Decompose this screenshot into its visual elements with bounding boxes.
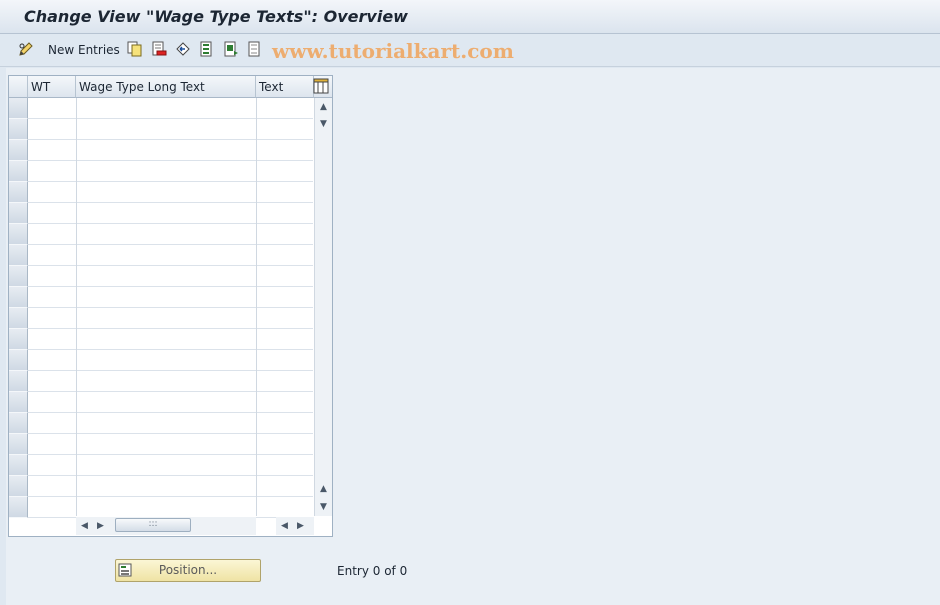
- page-title: Change View "Wage Type Texts": Overview: [24, 7, 408, 26]
- table-row[interactable]: [28, 434, 313, 455]
- row-selector[interactable]: [9, 455, 28, 476]
- column-divider: [256, 98, 257, 516]
- table-control: WT Wage Type Long Text Text ▲ ▼ ▲ ▼ ◀ ▶ …: [8, 75, 333, 537]
- table-row[interactable]: [28, 455, 313, 476]
- watermark: www.tutorialkart.com: [272, 39, 514, 63]
- table-row[interactable]: [28, 266, 313, 287]
- scroll-right-icon[interactable]: ▶: [297, 521, 304, 531]
- row-selector[interactable]: [9, 476, 28, 497]
- page-up-icon[interactable]: ▲: [320, 484, 327, 494]
- scroll-right-icon[interactable]: ▶: [97, 521, 104, 531]
- table-row[interactable]: [28, 140, 313, 161]
- table-row[interactable]: [28, 392, 313, 413]
- table-row[interactable]: [28, 308, 313, 329]
- undo-icon[interactable]: [175, 41, 191, 57]
- row-selector[interactable]: [9, 245, 28, 266]
- row-selector[interactable]: [9, 329, 28, 350]
- column-divider: [76, 98, 77, 516]
- position-button[interactable]: Position...: [115, 559, 261, 582]
- row-selector[interactable]: [9, 287, 28, 308]
- table-row[interactable]: [28, 245, 313, 266]
- row-selector[interactable]: [9, 392, 28, 413]
- table-row[interactable]: [28, 182, 313, 203]
- table-row[interactable]: [28, 350, 313, 371]
- column-header-text[interactable]: Text: [256, 76, 314, 98]
- change-display-icon[interactable]: [18, 41, 34, 57]
- scroll-down-icon[interactable]: ▼: [320, 119, 327, 129]
- table-row[interactable]: [28, 287, 313, 308]
- delete-icon[interactable]: [151, 41, 167, 57]
- table-row[interactable]: [28, 476, 313, 497]
- vertical-scrollbar[interactable]: ▲ ▼ ▲ ▼: [314, 98, 332, 516]
- scroll-up-icon[interactable]: ▲: [320, 102, 327, 112]
- scroll-left-icon[interactable]: ◀: [81, 521, 88, 531]
- application-toolbar: New Entries www.tutorialkart.com: [0, 35, 940, 67]
- horizontal-scroll-thumb[interactable]: :::: [115, 518, 191, 532]
- column-header-long-text[interactable]: Wage Type Long Text: [76, 76, 256, 98]
- row-selector[interactable]: [9, 413, 28, 434]
- select-all-rows-button[interactable]: [9, 76, 28, 98]
- entry-count: Entry 0 of 0: [337, 564, 408, 578]
- position-icon: [118, 563, 132, 577]
- column-header-wt[interactable]: WT: [28, 76, 76, 98]
- table-row[interactable]: [28, 119, 313, 140]
- table-row[interactable]: [28, 413, 313, 434]
- row-selector[interactable]: [9, 497, 28, 518]
- table-row[interactable]: [28, 497, 313, 518]
- deselect-all-icon[interactable]: [247, 41, 263, 57]
- new-entries-button[interactable]: New Entries: [48, 43, 120, 57]
- row-selector[interactable]: [9, 350, 28, 371]
- page-down-icon[interactable]: ▼: [320, 502, 327, 512]
- row-selector[interactable]: [9, 98, 28, 119]
- title-bar: Change View "Wage Type Texts": Overview: [0, 0, 940, 34]
- scroll-left-icon[interactable]: ◀: [281, 521, 288, 531]
- table-row[interactable]: [28, 329, 313, 350]
- row-selector[interactable]: [9, 182, 28, 203]
- row-selector[interactable]: [9, 371, 28, 392]
- left-strip: [0, 68, 6, 605]
- table-row[interactable]: [28, 224, 313, 245]
- row-selector[interactable]: [9, 266, 28, 287]
- row-selector[interactable]: [9, 434, 28, 455]
- table-row[interactable]: [28, 371, 313, 392]
- row-selector[interactable]: [9, 308, 28, 329]
- row-selector[interactable]: [9, 161, 28, 182]
- row-selector[interactable]: [9, 119, 28, 140]
- select-all-icon[interactable]: [199, 41, 215, 57]
- table-settings-icon[interactable]: [313, 78, 329, 94]
- row-selector[interactable]: [9, 140, 28, 161]
- copy-icon[interactable]: [127, 41, 143, 57]
- select-block-icon[interactable]: [223, 41, 239, 57]
- table-row[interactable]: [28, 98, 313, 119]
- table-row[interactable]: [28, 203, 313, 224]
- row-selector[interactable]: [9, 203, 28, 224]
- row-selector[interactable]: [9, 224, 28, 245]
- table-row[interactable]: [28, 161, 313, 182]
- position-button-label: Position...: [158, 563, 218, 577]
